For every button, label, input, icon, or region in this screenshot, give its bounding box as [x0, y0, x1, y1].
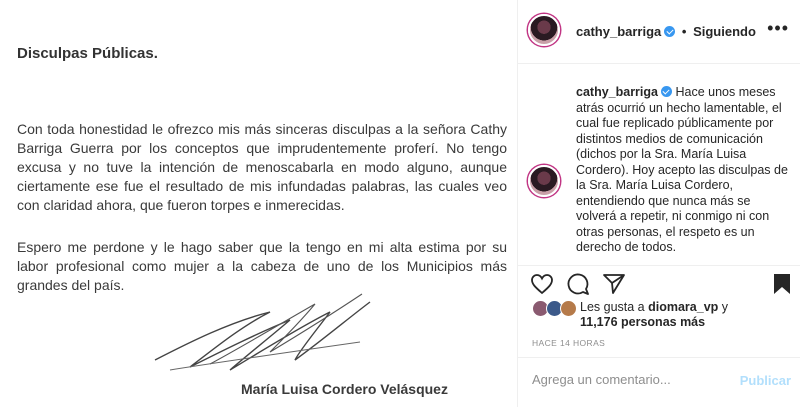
header-separator: •: [681, 24, 687, 39]
letter-signer: María Luisa Cordero Velásquez: [241, 381, 448, 397]
following-button[interactable]: Siguiendo: [693, 24, 756, 39]
action-bar: [518, 265, 800, 301]
bookmark-icon[interactable]: [772, 272, 792, 296]
caption-username[interactable]: cathy_barriga: [576, 85, 658, 99]
comment-bar: Publicar: [518, 357, 800, 407]
post-side-panel: cathy_barriga • Siguiendo ••• cathy_barr…: [517, 0, 800, 407]
likes-prefix: Les gusta a: [580, 300, 649, 314]
post-image[interactable]: Disculpas Públicas. Con toda honestidad …: [0, 0, 517, 407]
likes-middle: y: [718, 300, 729, 314]
handwritten-signature: [154, 293, 371, 371]
caption: cathy_barriga Hace unos meses atrás ocur…: [576, 85, 794, 256]
post-header: cathy_barriga • Siguiendo •••: [518, 0, 800, 64]
verified-icon: [660, 86, 672, 97]
letter-heading: Disculpas Públicas.: [17, 45, 158, 62]
verified-icon: [664, 26, 676, 37]
post-comment-button[interactable]: Publicar: [740, 373, 791, 388]
caption-avatar[interactable]: [528, 165, 560, 197]
header-username[interactable]: cathy_barriga: [576, 24, 661, 39]
post-timestamp[interactable]: HACE 14 HORAS: [532, 338, 605, 348]
more-options-icon[interactable]: •••: [767, 18, 789, 39]
liker-avatar[interactable]: [560, 300, 577, 317]
avatar[interactable]: [528, 14, 560, 46]
caption-section: cathy_barriga Hace unos meses atrás ocur…: [518, 65, 800, 260]
share-icon[interactable]: [602, 272, 626, 296]
letter-paragraph-1: Con toda honestidad le ofrezco mis más s…: [17, 121, 507, 213]
comment-icon[interactable]: [566, 272, 590, 296]
liker-username[interactable]: diomara_vp: [648, 300, 718, 314]
caption-text: Hace unos meses atrás ocurrió un hecho l…: [576, 85, 788, 254]
comment-input[interactable]: [532, 372, 732, 387]
likes-summary: Les gusta a diomara_vp y 11,176 personas…: [518, 298, 800, 334]
likes-text: Les gusta a diomara_vp y 11,176 personas…: [580, 300, 790, 330]
heart-icon[interactable]: [530, 272, 554, 296]
likes-count[interactable]: 11,176 personas más: [580, 315, 705, 329]
